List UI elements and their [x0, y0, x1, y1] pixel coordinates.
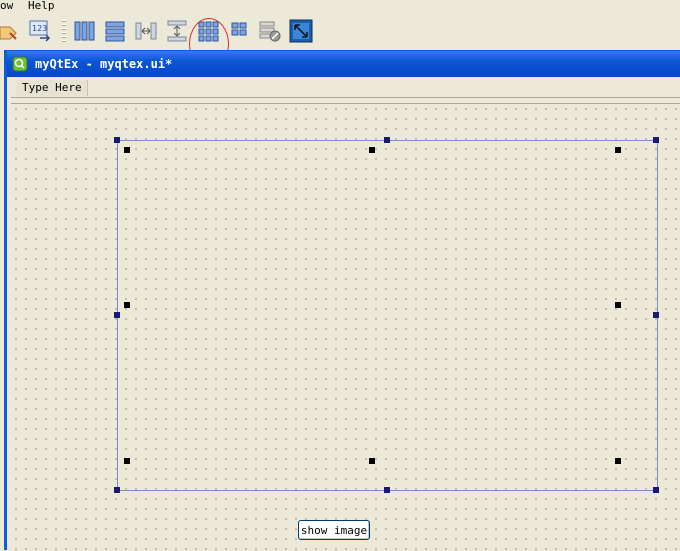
form-canvas[interactable]: show image [11, 103, 680, 551]
type-here-menu-placeholder[interactable]: Type Here [16, 80, 88, 96]
inner-handle-bottom-left[interactable] [124, 458, 130, 464]
show-image-button[interactable]: show image [298, 520, 370, 540]
break-layout-icon[interactable] [258, 19, 282, 43]
adjust-size-icon[interactable] [289, 19, 313, 43]
menu-help[interactable]: Help [28, 0, 55, 12]
resize-handle-bottom-left[interactable] [114, 487, 120, 493]
layout-horizontal-icon[interactable] [72, 19, 96, 43]
menu-window[interactable]: ow [0, 0, 13, 12]
layout-form-icon[interactable] [227, 19, 251, 43]
form-menubar: Type Here [11, 79, 680, 98]
resize-handle-right[interactable] [653, 312, 659, 318]
layout-horizontal-splitter-icon[interactable] [134, 19, 158, 43]
edit-tab-order-icon[interactable] [0, 19, 20, 43]
resize-handle-left[interactable] [114, 312, 120, 318]
resize-handle-top-left[interactable] [114, 137, 120, 143]
form-editor-toolbar: 123 [0, 14, 680, 70]
inner-handle-bottom[interactable] [369, 458, 375, 464]
toolbar-grip[interactable] [62, 20, 66, 44]
app-menubar: ow Help [0, 0, 680, 15]
selected-widget-frame[interactable] [114, 137, 659, 493]
inner-handle-right[interactable] [615, 302, 621, 308]
layout-vertical-icon[interactable] [103, 19, 127, 43]
inner-handle-left[interactable] [124, 302, 130, 308]
layout-vertical-splitter-icon[interactable] [165, 19, 189, 43]
resize-handle-top-right[interactable] [653, 137, 659, 143]
inner-handle-bottom-right[interactable] [615, 458, 621, 464]
window-title: myQtEx - myqtex.ui* [35, 57, 173, 71]
resize-handle-bottom-right[interactable] [653, 487, 659, 493]
resize-handle-top[interactable] [384, 137, 390, 143]
inner-handle-top-right[interactable] [615, 147, 621, 153]
inner-handle-top-left[interactable] [124, 147, 130, 153]
resize-handle-bottom[interactable] [384, 487, 390, 493]
inner-handle-top[interactable] [369, 147, 375, 153]
svg-text:123: 123 [32, 24, 47, 33]
window-titlebar[interactable]: myQtEx - myqtex.ui* [7, 51, 680, 77]
edit-buddies-icon[interactable]: 123 [28, 19, 52, 43]
qt-designer-icon [12, 56, 28, 72]
form-window: myQtEx - myqtex.ui* Type Here show image [4, 50, 680, 551]
